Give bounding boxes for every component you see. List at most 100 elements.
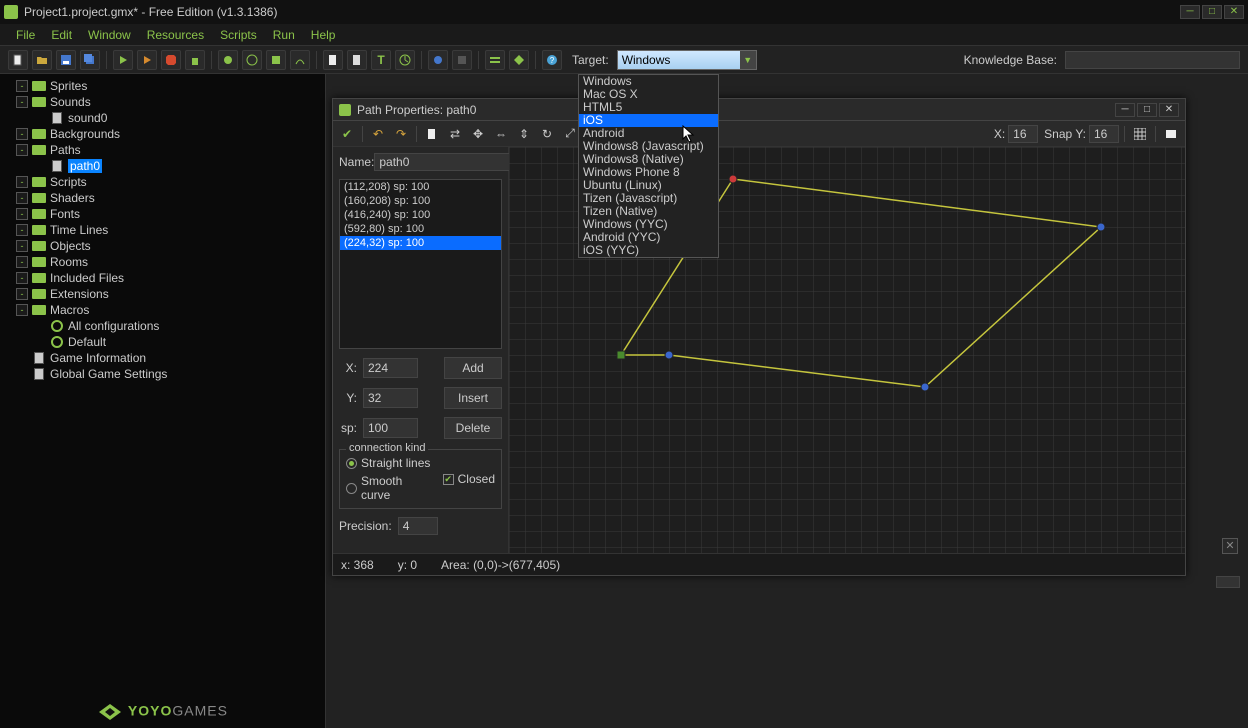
workspace-scrollbar[interactable] (1216, 576, 1240, 588)
tree-node-sprites[interactable]: -Sprites (0, 78, 325, 94)
path-close-button[interactable]: ✕ (1159, 103, 1179, 117)
y-input[interactable] (363, 388, 418, 408)
path-scale-button[interactable]: ⤢ (560, 124, 580, 144)
script-button[interactable] (323, 50, 343, 70)
sprite-button[interactable] (218, 50, 238, 70)
font-button[interactable]: T (371, 50, 391, 70)
tree-node-sound0[interactable]: sound0 (0, 110, 325, 126)
point-row[interactable]: (112,208) sp: 100 (340, 180, 501, 194)
macros-button[interactable] (485, 50, 505, 70)
menu-help[interactable]: Help (303, 26, 344, 44)
tree-node-backgrounds[interactable]: -Backgrounds (0, 126, 325, 142)
sound-button[interactable] (242, 50, 262, 70)
tree-node-shaders[interactable]: -Shaders (0, 190, 325, 206)
room-button[interactable] (452, 50, 472, 70)
target-select[interactable]: Windows ▼ (617, 50, 757, 70)
path-rotate-button[interactable]: ↻ (537, 124, 557, 144)
open-button[interactable] (32, 50, 52, 70)
tree-label: Macros (50, 303, 89, 317)
sp-label: sp: (339, 421, 357, 435)
close-button[interactable]: ✕ (1224, 5, 1244, 19)
path-mirror-button[interactable]: ⇔ (491, 124, 511, 144)
menu-resources[interactable]: Resources (139, 26, 212, 44)
debug-button[interactable] (137, 50, 157, 70)
point-row[interactable]: (160,208) sp: 100 (340, 194, 501, 208)
run-button[interactable] (113, 50, 133, 70)
add-button[interactable]: Add (444, 357, 502, 379)
grid-toggle-button[interactable] (1130, 124, 1150, 144)
background-button[interactable] (266, 50, 286, 70)
path-button[interactable] (290, 50, 310, 70)
point-row[interactable]: (592,80) sp: 100 (340, 222, 501, 236)
closed-checkbox[interactable]: ✔Closed (443, 472, 495, 486)
insert-button[interactable]: Insert (444, 387, 502, 409)
tree-node-global-game-settings[interactable]: Global Game Settings (0, 366, 325, 382)
new-button[interactable] (8, 50, 28, 70)
path-points-list[interactable]: (112,208) sp: 100(160,208) sp: 100(416,2… (339, 179, 502, 349)
folder-icon (32, 256, 46, 268)
menu-window[interactable]: Window (80, 26, 139, 44)
maximize-button[interactable]: □ (1202, 5, 1222, 19)
path-minimize-button[interactable]: ─ (1115, 103, 1135, 117)
clean-button[interactable] (185, 50, 205, 70)
precision-input[interactable] (398, 517, 438, 535)
menu-edit[interactable]: Edit (43, 26, 80, 44)
menu-scripts[interactable]: Scripts (212, 26, 265, 44)
path-shift-button[interactable]: ✥ (468, 124, 488, 144)
workspace-close-icon[interactable]: ✕ (1222, 538, 1238, 554)
sp-input[interactable] (363, 418, 418, 438)
point-row[interactable]: (224,32) sp: 100 (340, 236, 501, 250)
x-input[interactable] (363, 358, 418, 378)
tree-node-paths[interactable]: -Paths (0, 142, 325, 158)
tree-node-included-files[interactable]: -Included Files (0, 270, 325, 286)
folder-icon (32, 144, 46, 156)
path-reverse-button[interactable]: ⇄ (445, 124, 465, 144)
room-select-button[interactable] (1161, 124, 1181, 144)
path-undo-button[interactable]: ↶ (368, 124, 388, 144)
tree-node-objects[interactable]: -Objects (0, 238, 325, 254)
snap-y-input[interactable] (1089, 125, 1119, 143)
object-button[interactable] (428, 50, 448, 70)
tree-node-time-lines[interactable]: -Time Lines (0, 222, 325, 238)
workspace-area: Path Properties: path0 ─ □ ✕ ✔ ↶ ↷ ⇄ ✥ ⇔… (326, 74, 1248, 728)
save-button[interactable] (56, 50, 76, 70)
tree-label: Objects (50, 239, 91, 253)
target-option-ios-yyc-[interactable]: iOS (YYC) (579, 244, 718, 257)
smooth-curve-radio[interactable]: Smooth curve (346, 474, 435, 502)
tree-node-path0[interactable]: path0 (0, 158, 325, 174)
help-button[interactable]: ? (542, 50, 562, 70)
path-ok-button[interactable]: ✔ (337, 124, 357, 144)
kb-search-input[interactable] (1065, 51, 1240, 69)
straight-lines-radio[interactable]: Straight lines (346, 456, 435, 470)
menu-run[interactable]: Run (265, 26, 303, 44)
folder-icon (32, 96, 46, 108)
path-maximize-button[interactable]: □ (1137, 103, 1157, 117)
tree-node-all-configurations[interactable]: All configurations (0, 318, 325, 334)
tree-node-rooms[interactable]: -Rooms (0, 254, 325, 270)
tree-label: Sprites (50, 79, 87, 93)
timeline-button[interactable] (395, 50, 415, 70)
tree-node-sounds[interactable]: -Sounds (0, 94, 325, 110)
save-all-button[interactable] (80, 50, 100, 70)
tree-node-default[interactable]: Default (0, 334, 325, 350)
extensions-button[interactable] (509, 50, 529, 70)
folder-icon (32, 304, 46, 316)
path-clear-button[interactable] (422, 124, 442, 144)
delete-button[interactable]: Delete (444, 417, 502, 439)
path-flip-button[interactable]: ⇕ (514, 124, 534, 144)
path-redo-button[interactable]: ↷ (391, 124, 411, 144)
tree-node-game-information[interactable]: Game Information (0, 350, 325, 366)
shader-button[interactable] (347, 50, 367, 70)
tree-node-extensions[interactable]: -Extensions (0, 286, 325, 302)
stop-button[interactable] (161, 50, 181, 70)
y-label: Y: (339, 391, 357, 405)
point-row[interactable]: (416,240) sp: 100 (340, 208, 501, 222)
tree-node-macros[interactable]: -Macros (0, 302, 325, 318)
snap-x-input[interactable] (1008, 125, 1038, 143)
target-dropdown-list: WindowsMac OS XHTML5iOSAndroidWindows8 (… (578, 74, 719, 258)
minimize-button[interactable]: ─ (1180, 5, 1200, 19)
x-label: X: (339, 361, 357, 375)
tree-node-scripts[interactable]: -Scripts (0, 174, 325, 190)
menu-file[interactable]: File (8, 26, 43, 44)
tree-node-fonts[interactable]: -Fonts (0, 206, 325, 222)
